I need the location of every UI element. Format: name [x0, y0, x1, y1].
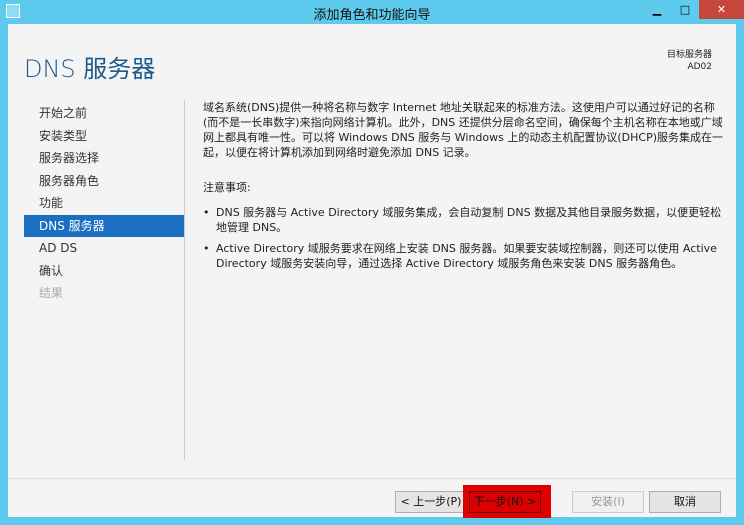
notes-list: DNS 服务器与 Active Directory 域服务集成，会自动复制 DN… — [203, 205, 723, 271]
divider — [184, 100, 185, 460]
wizard-body: DNS 服务器 目标服务器 AD02 开始之前 安装类型 服务器选择 服务器角色… — [8, 24, 736, 518]
window-title: 添加角色和功能向导 — [313, 8, 431, 23]
note-item: DNS 服务器与 Active Directory 域服务集成，会自动复制 DN… — [203, 205, 723, 235]
nav-item-results: 结果 — [39, 286, 64, 300]
note-item: Active Directory 域服务要求在网络上安装 DNS 服务器。如果要… — [203, 241, 723, 271]
next-button[interactable]: 下一步(N) > — [469, 491, 541, 513]
target-server: 目标服务器 AD02 — [667, 49, 712, 73]
minimize-button[interactable]: ▁ — [644, 0, 670, 19]
close-button[interactable]: ✕ — [699, 0, 744, 19]
nav-item-confirmation[interactable]: 确认 — [24, 260, 184, 283]
install-button: 安装(I) — [572, 491, 644, 513]
page-title: DNS 服务器 — [24, 55, 156, 83]
nav-item-server-selection[interactable]: 服务器选择 — [24, 147, 184, 170]
intro-text: 域名系统(DNS)提供一种将名称与数字 Internet 地址关联起来的标准方法… — [203, 101, 724, 159]
wizard-nav: 开始之前 安装类型 服务器选择 服务器角色 功能 DNS 服务器 AD DS 确… — [24, 102, 184, 305]
content-panel: 域名系统(DNS)提供一种将名称与数字 Internet 地址关联起来的标准方法… — [203, 100, 723, 277]
next-highlight: 下一步(N) > — [463, 485, 551, 518]
cancel-button[interactable]: 取消 — [649, 491, 721, 513]
previous-button[interactable]: < 上一步(P) — [395, 491, 467, 513]
nav-item-server-roles[interactable]: 服务器角色 — [24, 170, 184, 193]
footer-divider — [8, 478, 736, 479]
nav-item-dns-server[interactable]: DNS 服务器 — [24, 214, 184, 237]
notes-title: 注意事项: — [203, 181, 251, 194]
nav-item-ad-ds[interactable]: AD DS — [24, 237, 184, 260]
nav-item-before-you-begin[interactable]: 开始之前 — [24, 102, 184, 125]
nav-item-installation-type[interactable]: 安装类型 — [24, 125, 184, 148]
target-server-label: 目标服务器 — [666, 50, 712, 60]
maximize-button[interactable]: □ — [672, 0, 698, 19]
target-server-value: AD02 — [687, 62, 712, 72]
nav-item-features[interactable]: 功能 — [24, 192, 184, 215]
title-bar: 添加角色和功能向导 ▁ □ ✕ — [0, 0, 744, 24]
